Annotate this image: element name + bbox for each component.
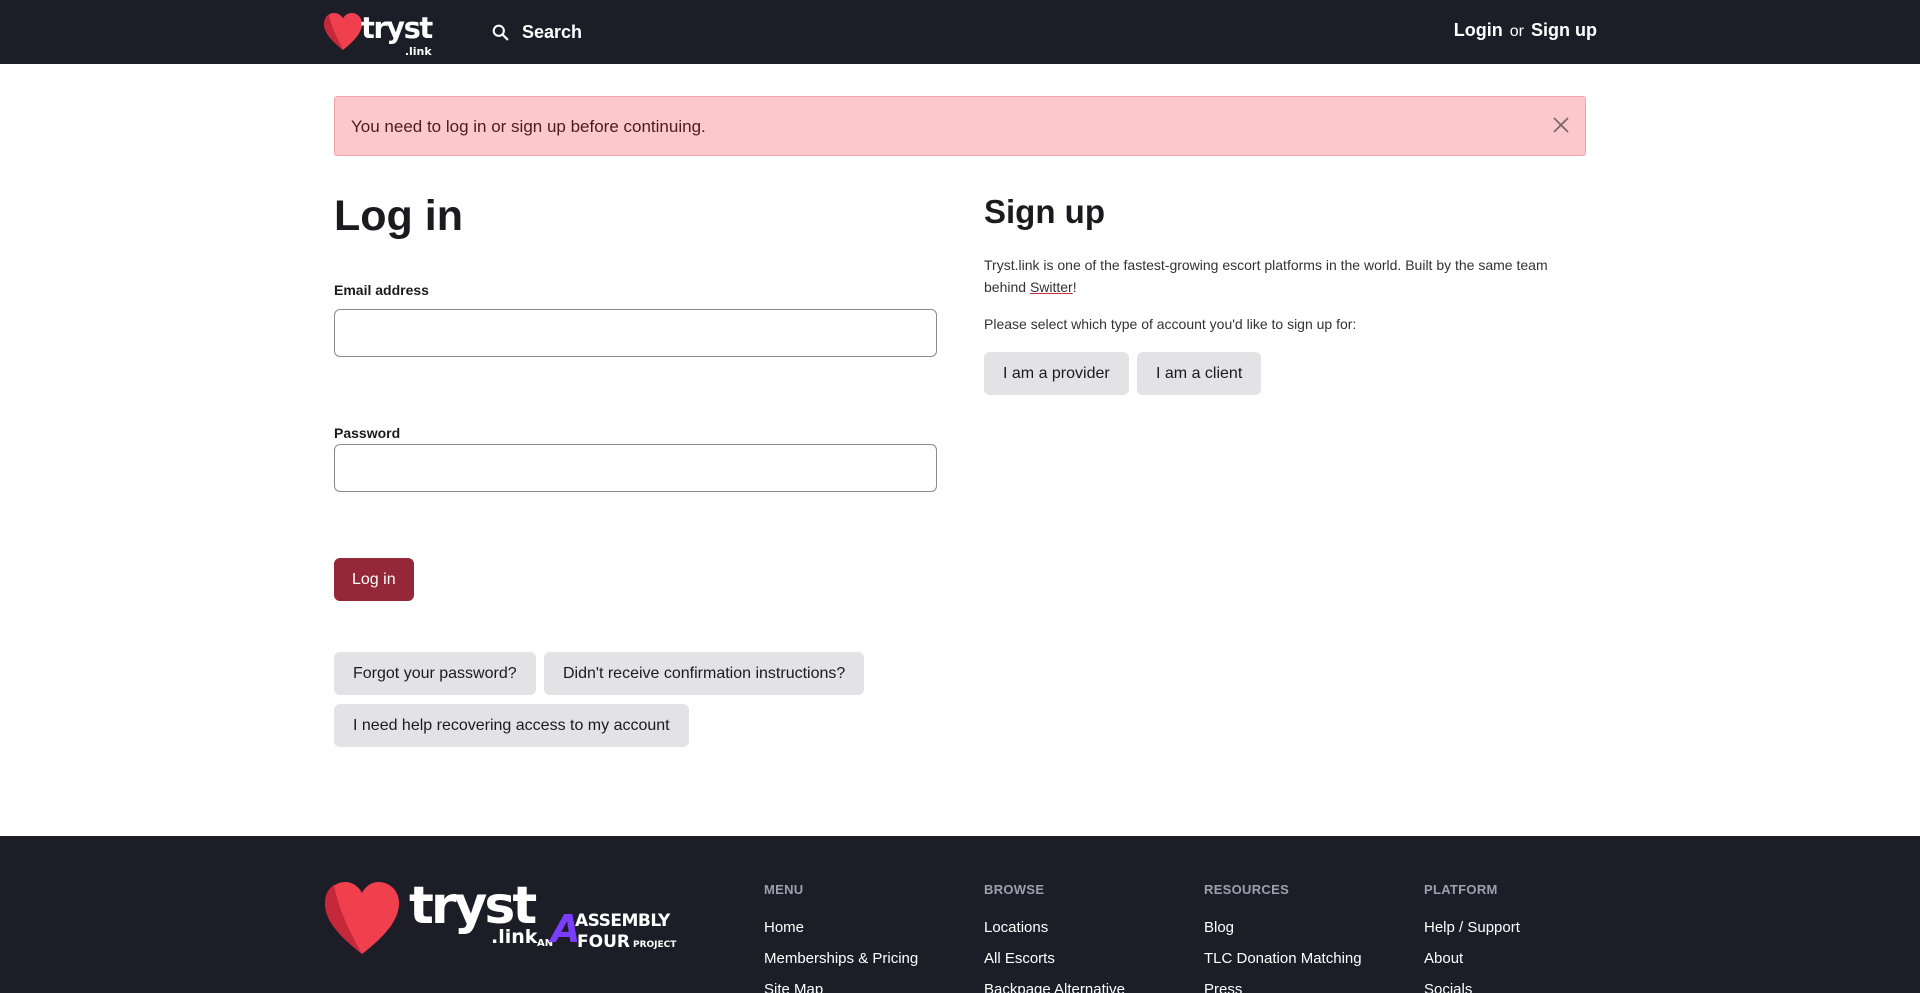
footer-heading: MENU [764, 882, 804, 897]
footer-logo-sub: .link [491, 926, 538, 948]
close-icon[interactable] [1551, 115, 1571, 135]
footer-column-menu: MENU Home Memberships & Pricing Site Map [764, 882, 918, 993]
top-navbar: tryst .link Search Login or Sign up [0, 0, 1920, 64]
project-text: PROJECT [632, 940, 677, 950]
search-label: Search [522, 21, 583, 42]
switter-link[interactable]: Switter [1030, 279, 1073, 295]
assembly-word: ASSEMBLY [575, 911, 670, 931]
signup-description: Tryst.link is one of the fastest-growing… [984, 254, 1574, 298]
provider-signup-button[interactable]: I am a provider [984, 352, 1129, 395]
footer-link-backpage-alternative[interactable]: Backpage Alternative [984, 981, 1125, 993]
footer-column-browse: BROWSE Locations All Escorts Backpage Al… [984, 882, 1125, 993]
email-field[interactable] [334, 309, 937, 357]
signup-link[interactable]: Sign up [1531, 20, 1597, 41]
footer-link-sitemap[interactable]: Site Map [764, 981, 918, 993]
footer-logo-word: tryst [409, 876, 537, 936]
signup-prompt: Please select which type of account you'… [984, 316, 1357, 332]
logo-sub: .link [404, 44, 432, 58]
or-separator: or [1509, 23, 1524, 40]
password-field[interactable] [334, 444, 937, 492]
heart-logo-icon [325, 882, 399, 954]
heart-logo-icon [324, 13, 362, 50]
search-icon [492, 24, 509, 40]
login-submit-button[interactable]: Log in [334, 558, 414, 601]
login-required-alert: You need to log in or sign up before con… [334, 96, 1586, 156]
footer-link-socials[interactable]: Socials [1424, 981, 1520, 993]
footer-column-platform: PLATFORM Help / Support About Socials [1424, 882, 1520, 993]
resend-confirmation-button[interactable]: Didn't receive confirmation instructions… [544, 652, 865, 695]
recover-account-button[interactable]: I need help recovering access to my acco… [334, 704, 689, 747]
footer-link-press[interactable]: Press [1204, 981, 1362, 993]
signup-title: Sign up [984, 193, 1105, 230]
footer-column-resources: RESOURCES Blog TLC Donation Matching Pre… [1204, 882, 1362, 993]
login-title: Log in [334, 192, 463, 240]
signup-desc-end: ! [1072, 279, 1077, 295]
footer-link-help[interactable]: Help / Support [1424, 919, 1520, 936]
site-footer: tryst .link AN A ASSEMBLY FOUR PROJECT ME… [0, 836, 1920, 993]
four-word: FOUR PROJECT [577, 934, 676, 951]
footer-link-blog[interactable]: Blog [1204, 919, 1362, 936]
footer-link-about[interactable]: About [1424, 950, 1520, 967]
password-label: Password [334, 425, 401, 441]
login-link[interactable]: Login [1454, 20, 1503, 41]
footer-heading: BROWSE [984, 882, 1045, 897]
footer-link-home[interactable]: Home [764, 919, 918, 936]
alert-message: You need to log in or sign up before con… [351, 117, 706, 136]
forgot-password-button[interactable]: Forgot your password? [334, 652, 536, 695]
auth-links: Login or Sign up [1454, 20, 1597, 41]
logo-wordmark: tryst .link [361, 13, 433, 57]
footer-link-locations[interactable]: Locations [984, 919, 1125, 936]
footer-link-tlc[interactable]: TLC Donation Matching [1204, 950, 1362, 967]
footer-heading: RESOURCES [1204, 882, 1290, 897]
four-text: FOUR [577, 932, 630, 952]
footer-heading: PLATFORM [1424, 882, 1498, 897]
footer-link-all-escorts[interactable]: All Escorts [984, 950, 1125, 967]
tryst-logo[interactable]: tryst .link [323, 12, 433, 57]
email-label: Email address [334, 282, 429, 298]
logo-word: tryst [361, 10, 433, 45]
search-button[interactable]: Search [492, 20, 582, 44]
client-signup-button[interactable]: I am a client [1137, 352, 1262, 395]
footer-link-memberships[interactable]: Memberships & Pricing [764, 950, 918, 967]
